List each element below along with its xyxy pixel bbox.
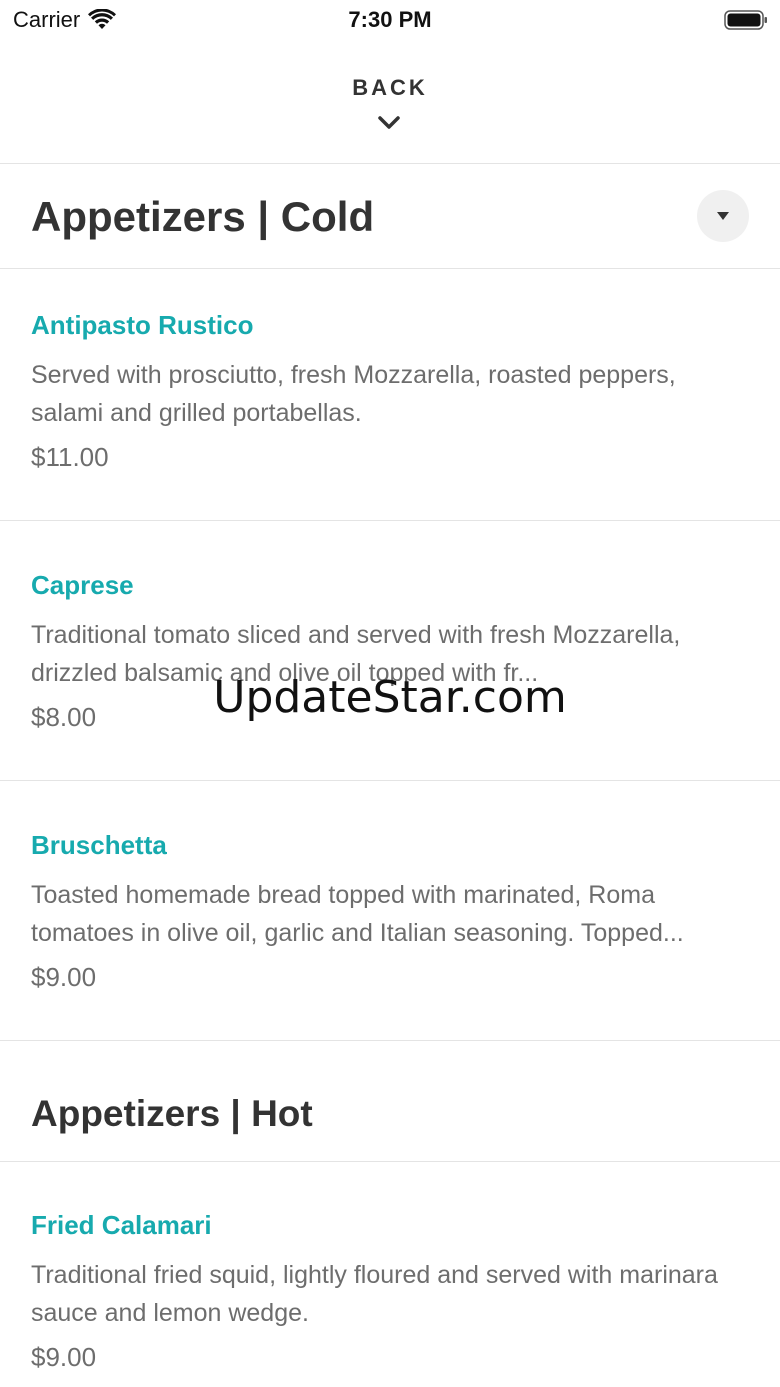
section-divider [0, 268, 780, 269]
caret-down-icon [717, 212, 729, 220]
menu-item[interactable]: Fried Calamari Traditional fried squid, … [31, 1209, 753, 1374]
section-divider [0, 1161, 780, 1162]
item-description: Toasted homemade bread topped with marin… [31, 881, 684, 947]
chevron-down-icon [378, 116, 400, 129]
back-button[interactable]: BACK [0, 42, 780, 163]
item-divider [0, 520, 780, 521]
back-label: BACK [352, 75, 428, 100]
item-divider [0, 780, 780, 781]
header-divider [0, 163, 780, 164]
item-name: Fried Calamari [31, 1210, 212, 1240]
item-name: Bruschetta [31, 830, 167, 860]
menu-item[interactable]: Antipasto Rustico Served with prosciutto… [31, 309, 753, 474]
item-price: $9.00 [31, 962, 97, 992]
item-description: Traditional fried squid, lightly floured… [31, 1261, 718, 1327]
item-name: Antipasto Rustico [31, 310, 254, 340]
section-title: Appetizers | Cold [31, 193, 375, 240]
section-dropdown-button[interactable] [697, 190, 749, 242]
watermark: UpdateStar.com [213, 672, 567, 723]
item-divider [0, 1040, 780, 1041]
status-time: 7:30 PM [348, 7, 432, 32]
item-price: $11.00 [31, 442, 109, 472]
battery-icon [724, 10, 767, 30]
item-price: $9.00 [31, 1342, 97, 1372]
item-name: Caprese [31, 570, 134, 600]
menu-item[interactable]: Bruschetta Toasted homemade bread topped… [31, 829, 753, 994]
item-description: Served with prosciutto, fresh Mozzarella… [31, 361, 676, 427]
status-bar: Carrier 7:30 PM [0, 0, 780, 42]
section-title: Appetizers | Hot [31, 1093, 313, 1134]
